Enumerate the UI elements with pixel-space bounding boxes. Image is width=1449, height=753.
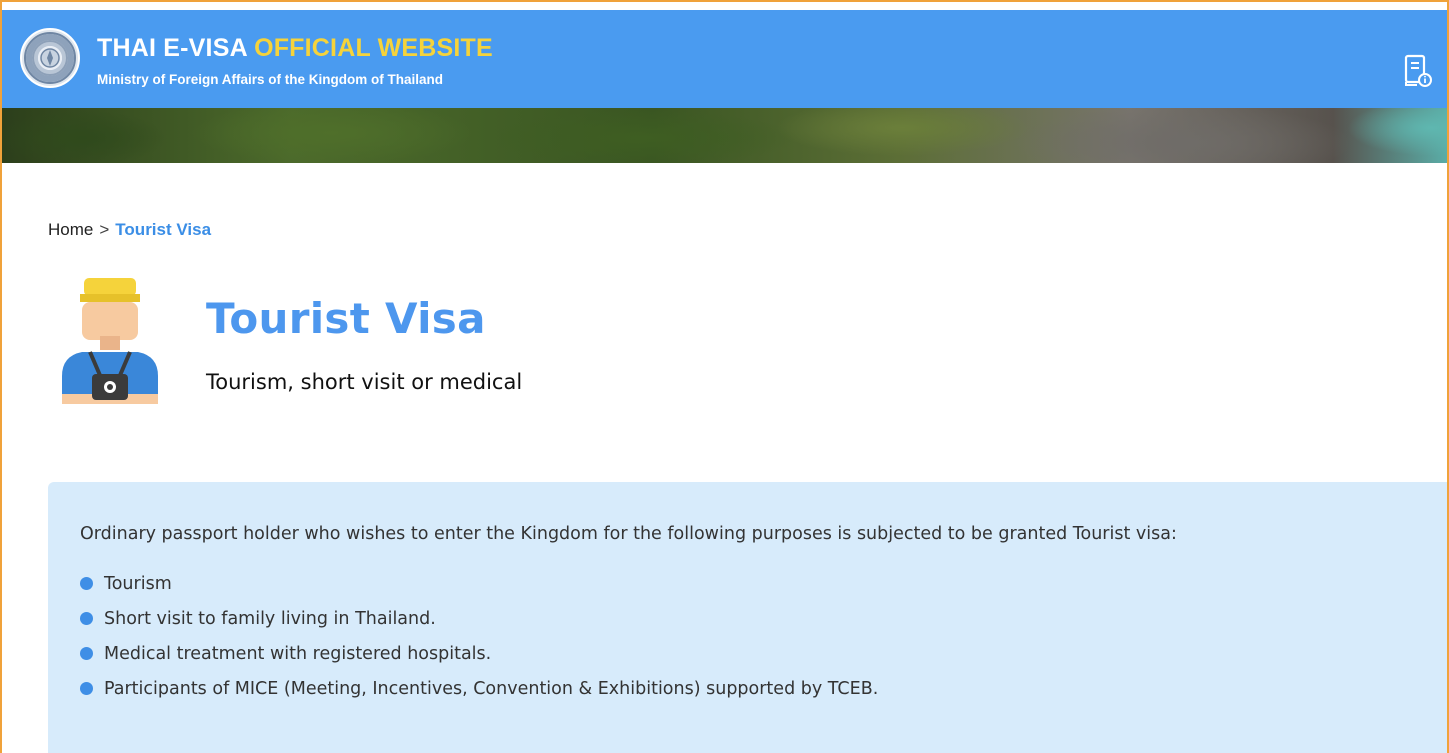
brand[interactable]: THAI E-VISA OFFICIAL WEBSITE Ministry of… (97, 34, 493, 87)
bullet-icon (80, 577, 93, 590)
breadcrumb: Home > Tourist Visa (48, 220, 211, 240)
site-title-accent: OFFICIAL WEBSITE (254, 34, 493, 62)
page-title: Tourist Visa (206, 294, 486, 343)
page-frame: THAI E-VISA OFFICIAL WEBSITE Ministry of… (0, 0, 1449, 753)
list-item: Short visit to family living in Thailand… (80, 601, 1447, 636)
government-seal-icon[interactable] (20, 28, 80, 88)
list-item: Participants of MICE (Meeting, Incentive… (80, 671, 1447, 706)
purpose-text: Participants of MICE (Meeting, Incentive… (104, 678, 879, 699)
landscape-banner (2, 108, 1447, 163)
site-title-main: THAI E-VISA (97, 34, 247, 62)
site-subtitle: Ministry of Foreign Affairs of the Kingd… (97, 72, 443, 87)
purpose-list: Tourism Short visit to family living in … (80, 566, 1447, 706)
breadcrumb-separator: > (99, 220, 110, 239)
bullet-icon (80, 612, 93, 625)
page-subtitle: Tourism, short visit or medical (206, 370, 523, 394)
breadcrumb-current[interactable]: Tourist Visa (115, 220, 211, 239)
list-item: Tourism (80, 566, 1447, 601)
bullet-icon (80, 647, 93, 660)
document-info-icon[interactable] (1403, 54, 1433, 88)
site-header: THAI E-VISA OFFICIAL WEBSITE Ministry of… (2, 10, 1447, 108)
header-top-strip (2, 2, 1447, 10)
eligibility-intro: Ordinary passport holder who wishes to e… (80, 524, 1177, 544)
purpose-text: Short visit to family living in Thailand… (104, 608, 436, 629)
breadcrumb-home[interactable]: Home (48, 220, 93, 239)
eligibility-info-box: Ordinary passport holder who wishes to e… (48, 482, 1447, 753)
list-item: Medical treatment with registered hospit… (80, 636, 1447, 671)
site-title: THAI E-VISA OFFICIAL WEBSITE (97, 34, 493, 62)
tourist-avatar-icon (60, 276, 160, 404)
purpose-text: Tourism (104, 573, 172, 594)
purpose-text: Medical treatment with registered hospit… (104, 643, 492, 664)
bullet-icon (80, 682, 93, 695)
